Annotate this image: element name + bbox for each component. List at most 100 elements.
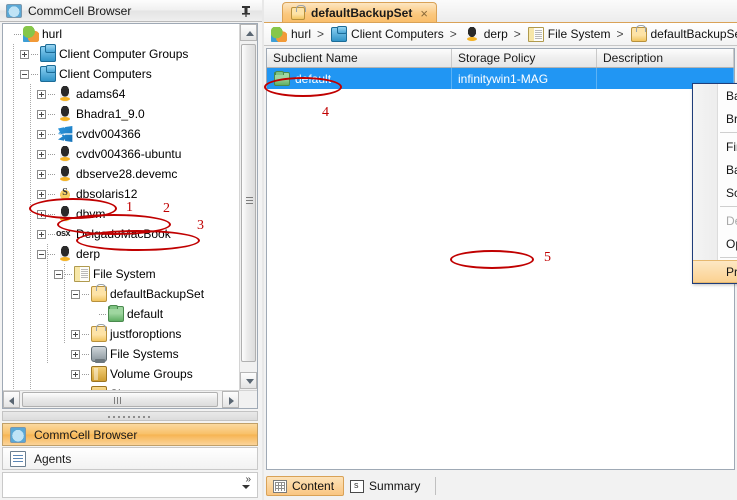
tree-item-file-system[interactable]: File System: [3, 264, 239, 284]
expand-icon[interactable]: [71, 350, 80, 359]
scroll-up-button[interactable]: [240, 24, 257, 41]
tree-item-file-systems[interactable]: File Systems: [3, 344, 239, 364]
expand-icon[interactable]: [71, 330, 80, 339]
solaris-icon: [57, 186, 73, 202]
backup-set-icon: [91, 326, 107, 342]
chevron-more-icon[interactable]: »: [245, 475, 251, 485]
linux-icon: [57, 166, 73, 182]
panel-splitter[interactable]: [2, 411, 258, 421]
column-header-storage-policy[interactable]: Storage Policy: [452, 49, 597, 67]
menu-item-properties[interactable]: Properties: [693, 260, 737, 283]
expand-icon[interactable]: [37, 230, 46, 239]
tree-indent: [3, 234, 37, 235]
menu-item-backup-history[interactable]: Backup History: [693, 158, 737, 181]
commcell-icon: [23, 26, 39, 42]
column-header-description[interactable]: Description: [597, 49, 734, 67]
commcell-tree[interactable]: hurlClient Computer GroupsClient Compute…: [3, 24, 239, 408]
tree-item-client-computer-groups[interactable]: Client Computer Groups: [3, 44, 239, 64]
tree-connector: [82, 374, 90, 375]
breadcrumb-item-derp[interactable]: derp: [463, 27, 508, 42]
breadcrumb-item-defaultbackupset[interactable]: defaultBackupSet: [630, 27, 737, 42]
cell-subclient-name[interactable]: default: [267, 68, 452, 89]
cell-storage-policy[interactable]: infinitywin1-MAG: [452, 68, 597, 89]
menu-item-find[interactable]: Find: [693, 135, 737, 158]
scroll-down-button[interactable]: [240, 372, 257, 389]
menu-item-operation-window[interactable]: Operation Window: [693, 232, 737, 255]
tree-scroll-thumb[interactable]: [241, 44, 256, 362]
tab-content[interactable]: Content: [266, 476, 344, 496]
breadcrumb-item-hurl[interactable]: hurl: [270, 27, 311, 42]
tree-connector: [48, 214, 56, 215]
expand-icon[interactable]: [37, 130, 46, 139]
table-row[interactable]: defaultinfinitywin1-MAG: [267, 68, 734, 89]
content-panel: defaultBackupSet × hurl > Client Computers…: [264, 0, 737, 500]
collapse-icon[interactable]: [37, 250, 46, 259]
agents-icon: [10, 451, 26, 467]
tab-strip: defaultBackupSet ×: [264, 0, 737, 22]
linux-icon: [464, 27, 480, 42]
expand-icon[interactable]: [37, 210, 46, 219]
breadcrumb-item-file-system[interactable]: File System: [527, 27, 611, 42]
tree-item-cvdv004366-ubuntu[interactable]: cvdv004366-ubuntu: [3, 144, 239, 164]
collapse-icon[interactable]: [54, 270, 63, 279]
tree-indent: [3, 134, 37, 135]
breadcrumb-item-client-computers[interactable]: Client Computers: [330, 27, 444, 42]
tree-connector: [99, 314, 107, 315]
menu-item-browse-and-restore[interactable]: Browse and Restore: [693, 107, 737, 130]
tree-indent: [3, 254, 37, 255]
tree-item-label: dbsolaris12: [73, 187, 137, 201]
tree-vertical-scrollbar[interactable]: [239, 24, 257, 390]
expand-icon[interactable]: [37, 170, 46, 179]
tree-item-delgadomacbook[interactable]: DelgadoMacBook: [3, 224, 239, 244]
computers-icon: [331, 27, 347, 42]
expand-icon[interactable]: [71, 370, 80, 379]
close-icon[interactable]: ×: [420, 7, 428, 20]
sidebar-item-commcell-browser[interactable]: CommCell Browser: [2, 423, 258, 446]
expand-icon[interactable]: [37, 150, 46, 159]
expand-icon[interactable]: [37, 190, 46, 199]
tree-item-defaultbackupset[interactable]: defaultBackupSet: [3, 284, 239, 304]
expand-icon[interactable]: [37, 110, 46, 119]
menu-item-schedules[interactable]: Schedules: [693, 181, 737, 204]
tree-item-bhadra1-9-0[interactable]: Bhadra1_9.0: [3, 104, 239, 124]
tree-item-cvdv004366[interactable]: cvdv004366: [3, 124, 239, 144]
subclient-grid: Subclient NameStorage PolicyDescription …: [266, 48, 735, 470]
tree-item-derp[interactable]: derp: [3, 244, 239, 264]
tree-item-hurl[interactable]: hurl: [3, 24, 239, 44]
backup-set-icon: [91, 286, 107, 302]
tree-indent: [3, 314, 88, 315]
linux-icon: [57, 206, 73, 222]
tree-horizontal-scrollbar[interactable]: [3, 390, 257, 408]
sidebar-item-agents[interactable]: Agents: [2, 447, 258, 470]
tree-item-dbserve28-devemc[interactable]: dbserve28.devemc: [3, 164, 239, 184]
breadcrumb-separator: >: [514, 27, 521, 41]
tree-item-adams64[interactable]: adams64: [3, 84, 239, 104]
scroll-left-button[interactable]: [3, 391, 20, 408]
tree-hscroll-thumb[interactable]: [22, 392, 218, 407]
chevron-down-icon[interactable]: [242, 485, 250, 489]
tree-item-justforoptions[interactable]: justforoptions: [3, 324, 239, 344]
osx-icon: [57, 226, 73, 242]
tree-item-label: default: [124, 307, 163, 321]
expand-icon[interactable]: [37, 90, 46, 99]
tree-item-volume-groups[interactable]: Volume Groups: [3, 364, 239, 384]
expand-icon[interactable]: [20, 50, 29, 59]
file-system-icon: [528, 27, 544, 42]
collapse-icon[interactable]: [20, 70, 29, 79]
tree-connector: [65, 274, 73, 275]
pin-icon[interactable]: [238, 3, 254, 19]
tree-indent: [3, 114, 37, 115]
tree-indent: [3, 294, 71, 295]
tab-defaultbackupset[interactable]: defaultBackupSet ×: [282, 2, 437, 23]
tree-item-dbvm[interactable]: dbvm: [3, 204, 239, 224]
menu-item-backup[interactable]: Backup: [693, 84, 737, 107]
collapse-icon[interactable]: [71, 290, 80, 299]
tree-item-dbsolaris12[interactable]: dbsolaris12: [3, 184, 239, 204]
column-header-subclient-name[interactable]: Subclient Name: [267, 49, 452, 67]
scroll-right-button[interactable]: [222, 391, 239, 408]
tree-item-label: File Systems: [107, 347, 179, 361]
tab-summary[interactable]: Summary: [344, 476, 429, 496]
tree-item-default[interactable]: default: [3, 304, 239, 324]
tree-item-client-computers[interactable]: Client Computers: [3, 64, 239, 84]
volume-group-icon: [91, 366, 107, 382]
